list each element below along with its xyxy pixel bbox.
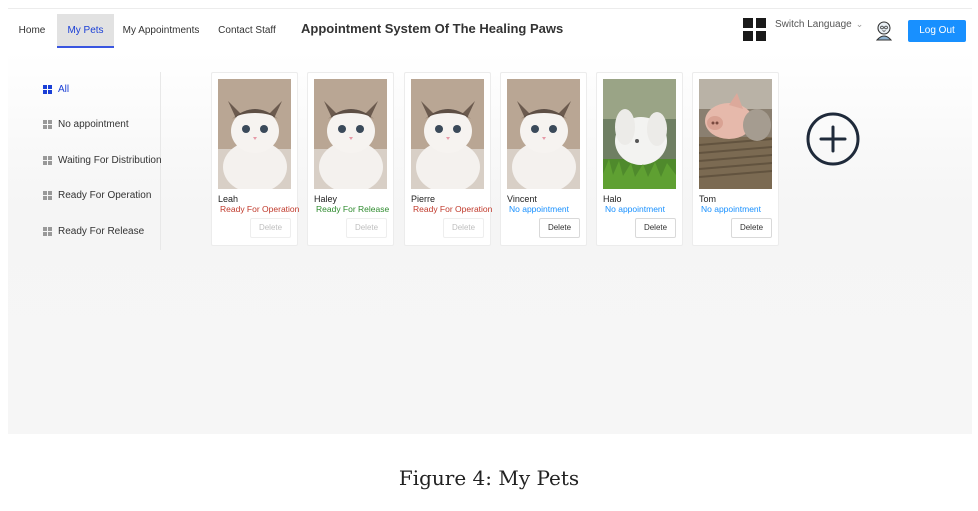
logout-button[interactable]: Log Out [908, 20, 966, 42]
delete-button[interactable]: Delete [635, 218, 676, 238]
pet-card[interactable]: Pierre Ready For Operation Delete [404, 72, 493, 246]
pet-card[interactable]: Halo No appointment Delete [596, 72, 683, 246]
switch-language-dropdown[interactable]: Switch Language ⌄ [775, 19, 863, 30]
sidebar-item-label: Ready For Operation [58, 190, 152, 201]
cat-photo [411, 79, 484, 189]
add-pet-button[interactable] [805, 111, 861, 167]
pet-name: Tom [699, 194, 717, 204]
sidebar-item-label: Ready For Release [58, 226, 145, 237]
sidebar-item-label: All [58, 84, 70, 95]
delete-button[interactable]: Delete [250, 218, 291, 238]
rabbit-photo [603, 79, 676, 189]
nav-home[interactable]: Home [12, 14, 52, 48]
grid-icon [43, 191, 52, 200]
grid-icon [43, 227, 52, 236]
pet-card[interactable]: Vincent No appointment Delete [500, 72, 587, 246]
status-filter-sidebar: All No appointment Waiting For Distribut… [8, 72, 162, 250]
delete-button[interactable]: Delete [731, 218, 772, 238]
chevron-down-icon: ⌄ [855, 19, 864, 29]
cat-photo [218, 79, 291, 189]
app-title: Appointment System Of The Healing Paws [301, 21, 564, 36]
delete-button[interactable]: Delete [346, 218, 387, 238]
pet-name: Vincent [507, 194, 537, 204]
pet-name: Leah [218, 194, 239, 204]
nav-contact-staff[interactable]: Contact Staff [212, 14, 282, 48]
status-badge: No appointment [605, 204, 666, 214]
pet-card[interactable]: Leah Ready For Operation Delete [211, 72, 300, 246]
pig-photo [699, 79, 772, 189]
cat-photo [507, 79, 580, 189]
plus-circle-icon [806, 112, 860, 166]
nav-my-appointments[interactable]: My Appointments [120, 14, 202, 48]
figure-caption: Figure 4: My Pets [398, 466, 580, 490]
status-badge: No appointment [701, 204, 762, 214]
grid-icon [43, 156, 52, 165]
switch-language-label: Switch Language [775, 19, 852, 30]
sidebar-item-label: No appointment [58, 119, 129, 130]
grid-icon [43, 120, 52, 129]
delete-button[interactable]: Delete [539, 218, 580, 238]
cat-photo [314, 79, 387, 189]
pet-name: Halo [603, 194, 622, 204]
status-badge: Ready For Operation [220, 204, 300, 214]
top-navigation-bar: Home My Pets My Appointments Contact Sta… [8, 8, 972, 53]
status-badge: No appointment [509, 204, 570, 214]
status-badge: Ready For Release [316, 204, 390, 214]
nav-my-pets[interactable]: My Pets [57, 14, 114, 48]
pet-card[interactable]: Tom No appointment Delete [692, 72, 779, 246]
status-badge: Ready For Operation [413, 204, 493, 214]
pet-card[interactable]: Haley Ready For Release Delete [307, 72, 394, 246]
grid-icon [43, 85, 52, 94]
pet-name: Pierre [411, 194, 436, 204]
pet-name: Haley [314, 194, 338, 204]
sidebar-item-label: Waiting For Distribution [58, 155, 162, 166]
delete-button[interactable]: Delete [443, 218, 484, 238]
avatar[interactable] [873, 19, 895, 41]
grid-icon[interactable] [743, 18, 767, 42]
